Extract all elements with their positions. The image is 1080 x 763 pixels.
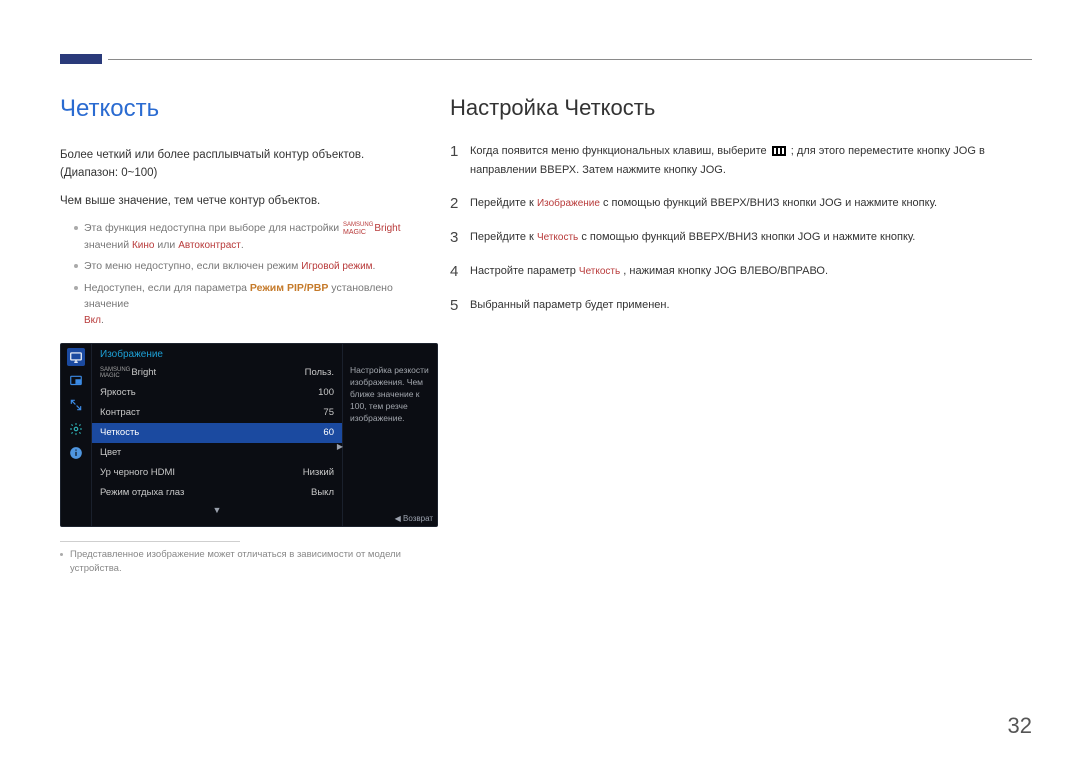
osd-row-sharpness: Четкость 60 ▶ — [92, 423, 342, 443]
osd-row-value: Выкл — [286, 487, 334, 498]
osd-row-value: 100 — [286, 387, 334, 398]
section-heading: Четкость — [60, 95, 422, 123]
osd-main: Изображение SAMSUNG MAGIC Bright Польз. — [92, 344, 342, 526]
step-2: 2 Перейдите к Изображение с помощью функ… — [450, 195, 1032, 213]
step-2-post: с помощью функций ВВЕРХ/ВНИЗ кнопки JOG … — [600, 197, 937, 209]
osd-scroll-down: ▼ — [92, 503, 342, 517]
osd-title: Изображение — [92, 344, 342, 363]
osd-row-value: Низкий — [286, 467, 334, 478]
step-number: 5 — [450, 297, 470, 315]
note-1-or: или — [154, 239, 178, 251]
step-1: 1 Когда появится меню функциональных кла… — [450, 143, 1032, 179]
step-1-pre: Когда появится меню функциональных клави… — [470, 145, 770, 157]
note-2-mode: Игровой режим — [301, 261, 372, 272]
step-number: 1 — [450, 143, 470, 179]
image-disclaimer: Представленное изображение может отличат… — [60, 548, 422, 577]
menu-icon — [772, 145, 786, 162]
note-1-pre: Эта функция недоступна при выборе для на… — [84, 222, 342, 234]
osd-return: ◀ Возврат — [395, 514, 433, 523]
osd-icon-settings — [67, 420, 85, 438]
right-heading: Настройка Четкость — [450, 95, 1032, 121]
step-3-target: Четкость — [537, 232, 578, 243]
step-3-pre: Перейдите к — [470, 231, 537, 243]
intro-line2: Чем выше значение, тем четче контур объе… — [60, 193, 422, 211]
note-1-v1: Кино — [132, 240, 155, 251]
osd-row-label: Контраст — [100, 407, 286, 418]
osd-row-brightness: Яркость 100 — [92, 383, 342, 403]
osd-row-label: Ур черного HDMI — [100, 467, 286, 478]
step-5: 5 Выбранный параметр будет применен. — [450, 297, 1032, 315]
step-2-target: Изображение — [537, 198, 600, 209]
samsung-magic-label: SAMSUNGMAGIC — [343, 222, 373, 236]
osd-row-value: 75 — [286, 407, 334, 418]
osd-row-label: Цвет — [100, 447, 286, 458]
step-4-post: , нажимая кнопку JOG ВЛЕВО/ВПРАВО. — [620, 265, 828, 277]
step-number: 3 — [450, 229, 470, 247]
note-3-param: Режим PIP/PBP — [250, 282, 328, 294]
note-1-v2: Автоконтраст — [178, 240, 241, 251]
osd-icon-picture — [67, 348, 85, 366]
note-3-end: . — [101, 314, 104, 326]
note-2: Это меню недоступно, если включен режим … — [74, 258, 422, 275]
osd-preview: Изображение SAMSUNG MAGIC Bright Польз. — [60, 343, 438, 527]
note-2-end: . — [373, 260, 376, 272]
note-1-mid: значений — [84, 239, 132, 251]
step-number: 2 — [450, 195, 470, 213]
note-divider — [60, 541, 240, 542]
osd-row-color: Цвет — [92, 443, 342, 463]
step-3-post: с помощью функций ВВЕРХ/ВНИЗ кнопки JOG … — [578, 231, 915, 243]
page-number: 32 — [1008, 713, 1032, 739]
note-1-end: . — [241, 239, 244, 251]
osd-magic-prefix: SAMSUNG MAGIC — [100, 367, 130, 379]
step-3: 3 Перейдите к Четкость с помощью функций… — [450, 229, 1032, 247]
osd-row-contrast: Контраст 75 — [92, 403, 342, 423]
step-4-target: Четкость — [579, 266, 620, 277]
osd-icon-pip — [67, 372, 85, 390]
note-1: Эта функция недоступна при выборе для на… — [74, 220, 422, 253]
step-number: 4 — [450, 263, 470, 281]
osd-row-label: Режим отдыха глаз — [100, 487, 286, 498]
osd-sidebar — [61, 344, 92, 526]
step-2-pre: Перейдите к — [470, 197, 537, 209]
step-5-text: Выбранный параметр будет применен. — [470, 297, 670, 315]
osd-row-value: 60 — [286, 427, 334, 438]
header-rule — [108, 59, 1032, 60]
note-1-bright: Bright — [374, 223, 400, 234]
notes-list: Эта функция недоступна при выборе для на… — [74, 220, 422, 329]
osd-help-pane: Настройка резкости изображения. Чем ближ… — [342, 344, 437, 526]
note-2-pre: Это меню недоступно, если включен режим — [84, 260, 301, 272]
step-4: 4 Настройте параметр Четкость , нажимая … — [450, 263, 1032, 281]
osd-icon-info — [67, 444, 85, 462]
note-3-pre: Недоступен, если для параметра — [84, 282, 250, 294]
osd-bright-label: Bright — [131, 367, 156, 378]
header-marker — [60, 54, 102, 64]
note-3: Недоступен, если для параметра Режим PIP… — [74, 280, 422, 329]
intro-text: Более четкий или более расплывчатый конт… — [60, 147, 422, 183]
osd-row-bright: SAMSUNG MAGIC Bright Польз. — [92, 363, 342, 383]
osd-icon-resize — [67, 396, 85, 414]
step-4-pre: Настройте параметр — [470, 265, 579, 277]
osd-row-label: Яркость — [100, 387, 286, 398]
osd-bright-value: Польз. — [286, 367, 334, 378]
note-3-val: Вкл — [84, 315, 101, 326]
osd-row-eyesaver: Режим отдыха глаз Выкл — [92, 483, 342, 503]
osd-row-blacklevel: Ур черного HDMI Низкий — [92, 463, 342, 483]
osd-row-label: Четкость — [100, 427, 286, 438]
